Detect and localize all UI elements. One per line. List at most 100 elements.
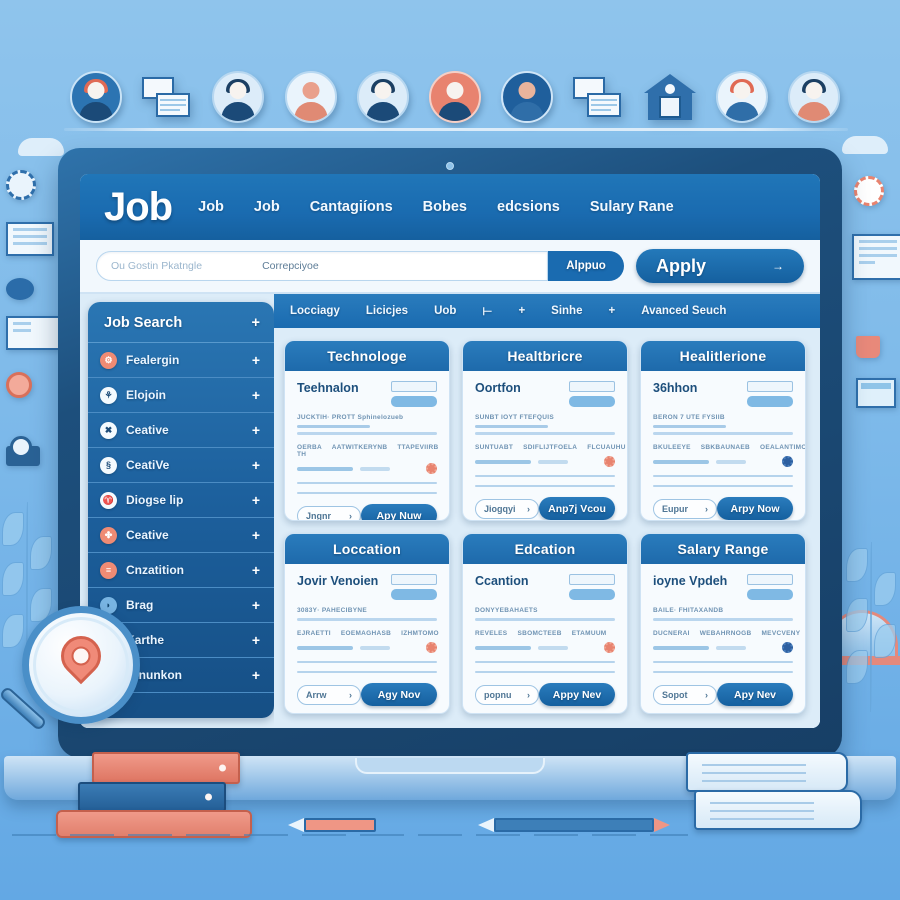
documents-icon-2[interactable] [573,73,623,121]
apply-now-button[interactable]: Agy Nov [361,683,437,706]
plus-icon[interactable]: + [252,527,260,543]
target-icon: ✤ [100,526,117,544]
sidebar-item-label: Karthe [126,633,165,647]
gear-icon[interactable] [426,463,437,474]
job-card-grid: Technologe Teehnalon JUCKTIH· PROTT Sphi… [274,328,820,728]
advanced-search-link[interactable]: Avanced Seuch [641,305,726,317]
avatar-head [302,82,320,99]
job-card-secondary-button[interactable]: Sopot › [653,684,717,705]
filter-item-1[interactable]: Licicjes [366,305,408,317]
sidebar-item-5[interactable]: ✤ Ceative + [88,518,274,553]
secondary-button-label: Sopot [662,689,688,700]
job-card-tag: OERBA TH [297,444,322,458]
plus-icon[interactable]: + [252,562,260,578]
job-card-secondary-button[interactable]: Jiogqyi › [475,498,539,519]
gear-icon [854,176,884,206]
sidebar-item-6[interactable]: ≡ Cnzatition + [88,553,274,588]
gear-icon[interactable] [604,456,615,467]
plus-icon[interactable]: + [252,315,260,331]
job-card[interactable]: Technologe Teehnalon JUCKTIH· PROTT Sphi… [284,340,450,521]
plus-icon[interactable]: + [252,422,260,438]
plus-icon[interactable]: + [252,352,260,368]
job-card-secondary-button[interactable]: Eupur › [653,498,717,519]
gear-icon[interactable] [782,642,793,653]
documents-icon-1[interactable] [142,73,192,121]
plus-icon[interactable]: + [252,492,260,508]
job-card-secondary-button[interactable]: popnu › [475,684,539,705]
apply-now-button[interactable]: Arpy Now [717,497,793,520]
job-card[interactable]: Salary Range ioyne Vpdeh BAILE· FHITAXAN… [640,533,806,714]
avatar-strip-divider [64,128,848,131]
nav-item-4[interactable]: edcsions [497,199,560,215]
nav-item-2[interactable]: Cantagiíons [310,199,393,215]
job-card-top-row: Ccantion [475,574,615,600]
avatar-body [366,102,400,121]
filter-item-5[interactable]: Sinhe [551,305,582,317]
gear-icon[interactable] [782,456,793,467]
job-card-chips [653,642,793,653]
mouse-icon [6,278,34,300]
avatar-person-8[interactable] [787,71,840,123]
job-card-tags: DUCNERAI WEBAHRNOGB MEVCVENY [653,630,800,637]
apply-now-button[interactable]: Anp7j Vcou [539,497,615,520]
job-card[interactable]: Healtbricre Oortfon SUNBT IOYT FTEFQUIS [462,340,628,521]
avatar-person-7[interactable] [715,71,768,123]
filter-item-3[interactable]: ⊢ [482,304,492,318]
apply-now-button[interactable]: Apy Nuw [361,504,437,520]
avatar-person-2[interactable] [212,71,265,123]
job-card-body: ioyne Vpdeh BAILE· FHITAXANDB DUCNERAI W… [641,564,805,713]
pencil-body [494,818,654,832]
plus-icon[interactable]: + [608,305,615,317]
filter-item-2[interactable]: Uob [434,305,456,317]
job-card-actions: popnu › Appy Nev [475,673,615,706]
right-decor-rail [823,136,900,750]
plus-icon[interactable]: + [252,667,260,683]
avatar-person-6[interactable] [501,71,554,123]
nav-item-3[interactable]: Bobes [423,199,467,215]
coffee-cup-icon [856,336,880,358]
job-card-secondary-button[interactable]: Jngnr › [297,505,361,520]
brand-logo[interactable]: Job [104,185,173,230]
sidebar-item-1[interactable]: ⚘ Elojoin + [88,378,274,413]
plus-icon[interactable]: + [252,597,260,613]
plus-icon[interactable]: + [252,632,260,648]
sidebar-item-0[interactable]: ⚙ Fealergin + [88,343,274,378]
job-card-top-row: Teehnalon [297,381,437,407]
laptop-frame: Job Job Job Cantagiíons Bobes edcsions S… [58,148,842,758]
job-card-secondary-button[interactable]: Arrw › [297,684,361,705]
apply-now-button[interactable]: Appy Nev [539,683,615,706]
job-card-tags: SUNTUABT SDIFLIJTFOELA FLCUAUHU [475,444,625,451]
window-panel-icon [6,222,54,256]
gear-icon[interactable] [604,642,615,653]
job-card[interactable]: Edcation Ccantion DONYYEBAHAETS REVELES … [462,533,628,714]
job-card-tags: OERBA TH AATWITKERYNB TTAPEVIIRB [297,444,438,458]
badge-outline [747,574,793,585]
gear-icon[interactable] [426,642,437,653]
apply-now-button[interactable]: Apy Nev [717,683,793,706]
search-input[interactable]: Ou Gostin Pkatngle Correpciyoe [96,251,548,281]
sidebar-item-4[interactable]: ♈ Diogse lip + [88,483,274,518]
plus-icon[interactable]: + [252,457,260,473]
plus-icon[interactable]: + [518,305,525,317]
avatar-person-1[interactable] [70,71,122,123]
nav-item-0[interactable]: Job [198,199,224,215]
badge-solid [747,589,793,600]
apply-cta-button[interactable]: Apply → [636,249,804,283]
chip [538,645,568,650]
sidebar-title[interactable]: Job Search + [88,304,274,343]
filter-item-0[interactable]: Locciagy [290,305,340,317]
nav-item-5[interactable]: Sulary Rane [590,199,674,215]
avatar-person-5[interactable] [428,71,481,123]
plus-icon[interactable]: + [252,387,260,403]
sidebar-item-2[interactable]: ✖ Ceative + [88,413,274,448]
job-card-actions: Jngnr › Apy Nuw [297,494,437,520]
sidebar-item-3[interactable]: § CeatiVe + [88,448,274,483]
job-card[interactable]: Healitlerione 36hhon BERON 7 UTE FYSIIB [640,340,806,521]
job-card[interactable]: Loccation Jovir Venoien 3083Y· PAHECIBYN… [284,533,450,714]
avatar-person-4[interactable] [356,71,409,123]
house-icon[interactable] [643,72,696,122]
search-submit-button[interactable]: Alppuo [548,251,624,281]
nav-item-1[interactable]: Job [254,199,280,215]
job-card-tag: SBOMCTEEB [517,630,562,637]
avatar-person-3[interactable] [284,71,337,123]
